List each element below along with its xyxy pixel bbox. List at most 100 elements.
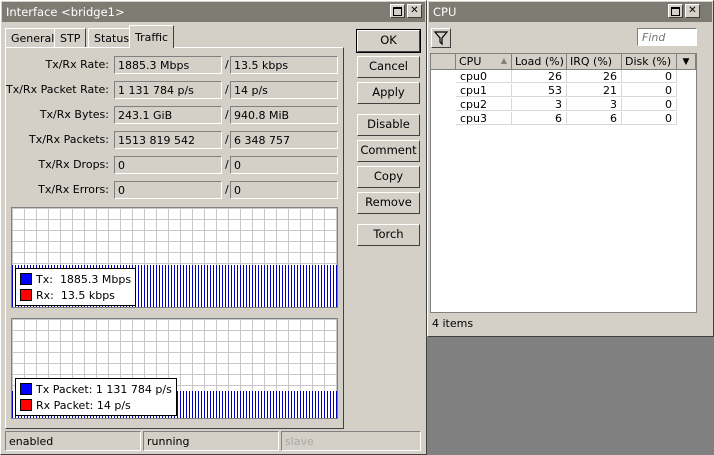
ok-button[interactable]: OK [356,29,421,53]
legend-rx-label: Rx: [36,288,54,302]
sort-ascending-icon: ▲ [500,56,507,65]
load-cell: 6 [512,112,567,125]
column-header-label: IRQ (%) [570,55,613,68]
close-icon[interactable]: ✕ [685,4,700,18]
disk-cell: 0 [622,84,677,97]
table-row[interactable]: cpu2 3 3 0 [431,98,677,112]
table-row[interactable]: cpu3 6 6 0 [431,112,677,126]
cpu-cell: cpu3 [456,112,512,125]
tab-label: STP [60,32,81,45]
tab-status[interactable]: Status [88,28,136,47]
column-header-blank[interactable] [431,54,456,70]
comment-button[interactable]: Comment [357,140,420,162]
interface-window-titlebar[interactable]: Interface <bridge1> [2,2,425,22]
maximize-icon[interactable] [668,4,683,18]
tab-general[interactable]: General [5,28,61,47]
legend-tx-value: 1885.3 Mbps [59,272,132,286]
filter-button[interactable] [431,28,451,48]
load-cell: 26 [512,70,567,83]
disk-cell: 0 [622,112,677,125]
column-header-load[interactable]: Load (%) [512,54,567,70]
cpu-window-title: CPU [433,5,457,19]
tab-label: General [11,32,55,45]
tab-traffic[interactable]: Traffic [129,25,175,48]
maximize-icon[interactable] [390,4,405,18]
separator-slash: / [225,108,229,121]
column-header-label: Disk (%) [625,55,672,68]
copy-button[interactable]: Copy [357,166,420,188]
table-row[interactable]: cpu1 53 21 0 [431,84,677,98]
rate-graph-legend: Tx: 1885.3 Mbps Rx: 13.5 kbps [15,268,137,306]
apply-button[interactable]: Apply [357,82,420,104]
tx-value-field[interactable]: 1513 819 542 [114,131,222,149]
legend-tx-value: 1 131 784 p/s [95,382,172,396]
column-menu-button[interactable]: ▼ [677,54,696,70]
tx-value-field[interactable]: 1885.3 Mbps [114,56,222,74]
field-label: Tx/Rx Rate: [45,58,109,71]
load-cell: 3 [512,98,567,111]
irq-cell: 6 [567,112,622,125]
rx-value-field[interactable]: 13.5 kbps [230,56,338,74]
status-enabled: enabled [5,431,141,451]
tx-value-field[interactable]: 0 [114,181,222,199]
disk-cell: 0 [622,70,677,83]
field-label: Tx/Rx Errors: [38,183,109,196]
separator-slash: / [225,133,229,146]
rx-swatch [20,289,32,301]
legend-rx-value: 14 p/s [96,398,131,412]
tx-value-field[interactable]: 1 131 784 p/s [114,81,222,99]
legend-tx-label: Tx: [36,272,53,286]
legend-rx-label: Rx Packet: [36,398,94,412]
table-row[interactable]: cpu0 26 26 0 [431,70,677,84]
status-running: running [143,431,279,451]
tab-label: Status [94,32,130,45]
field-label: Tx/Rx Drops: [38,158,110,171]
rx-value-field[interactable]: 0 [230,156,338,174]
interface-window: Interface <bridge1> ✕ General STP Status… [0,0,427,455]
irq-cell: 26 [567,70,622,83]
load-cell: 53 [512,84,567,97]
packet-rate-graph: Tx Packet: 1 131 784 p/s Rx Packet: 14 p… [11,318,338,419]
separator-slash: / [225,83,229,96]
rate-graph: Tx: 1885.3 Mbps Rx: 13.5 kbps [11,207,338,308]
column-header-label: CPU [459,55,482,68]
tab-label: Traffic [135,31,169,44]
chevron-down-icon: ▼ [682,57,690,67]
cpu-table: CPU ▲ Load (%) IRQ (%) Disk (%) ▼ cpu0 26… [430,53,697,313]
cpu-cell: cpu0 [456,70,512,83]
remove-button[interactable]: Remove [357,192,420,214]
rx-value-field[interactable]: 14 p/s [230,81,338,99]
rx-value-field[interactable]: 6 348 757 [230,131,338,149]
disable-button[interactable]: Disable [357,114,420,136]
cpu-cell: cpu1 [456,84,512,97]
column-header-label: Load (%) [515,55,564,68]
cancel-button[interactable]: Cancel [357,56,420,78]
legend-rx-value: 13.5 kbps [60,288,115,302]
close-icon[interactable]: ✕ [407,4,422,18]
irq-cell: 21 [567,84,622,97]
column-header-disk[interactable]: Disk (%) [622,54,677,70]
separator-slash: / [225,158,229,171]
separator-slash: / [225,183,229,196]
disk-cell: 0 [622,98,677,111]
rx-value-field[interactable]: 0 [230,181,338,199]
field-label: Tx/Rx Packet Rate: [6,83,109,96]
tab-stp[interactable]: STP [54,28,87,47]
rx-value-field[interactable]: 940.8 MiB [230,106,338,124]
field-label: Tx/Rx Packets: [28,133,109,146]
tx-swatch [20,273,32,285]
tx-value-field[interactable]: 0 [114,156,222,174]
column-header-irq[interactable]: IRQ (%) [567,54,622,70]
legend-tx-label: Tx Packet: [36,382,93,396]
column-header-cpu[interactable]: CPU ▲ [456,54,512,70]
rx-swatch [20,399,32,411]
irq-cell: 3 [567,98,622,111]
tx-value-field[interactable]: 243.1 GiB [114,106,222,124]
status-slave: slave [281,431,421,451]
cpu-item-count: 4 items [432,317,474,330]
interface-window-title: Interface <bridge1> [6,5,125,19]
packet-graph-legend: Tx Packet: 1 131 784 p/s Rx Packet: 14 p… [15,378,177,416]
find-input[interactable] [637,28,697,46]
torch-button[interactable]: Torch [357,224,420,246]
filter-icon [433,31,449,46]
